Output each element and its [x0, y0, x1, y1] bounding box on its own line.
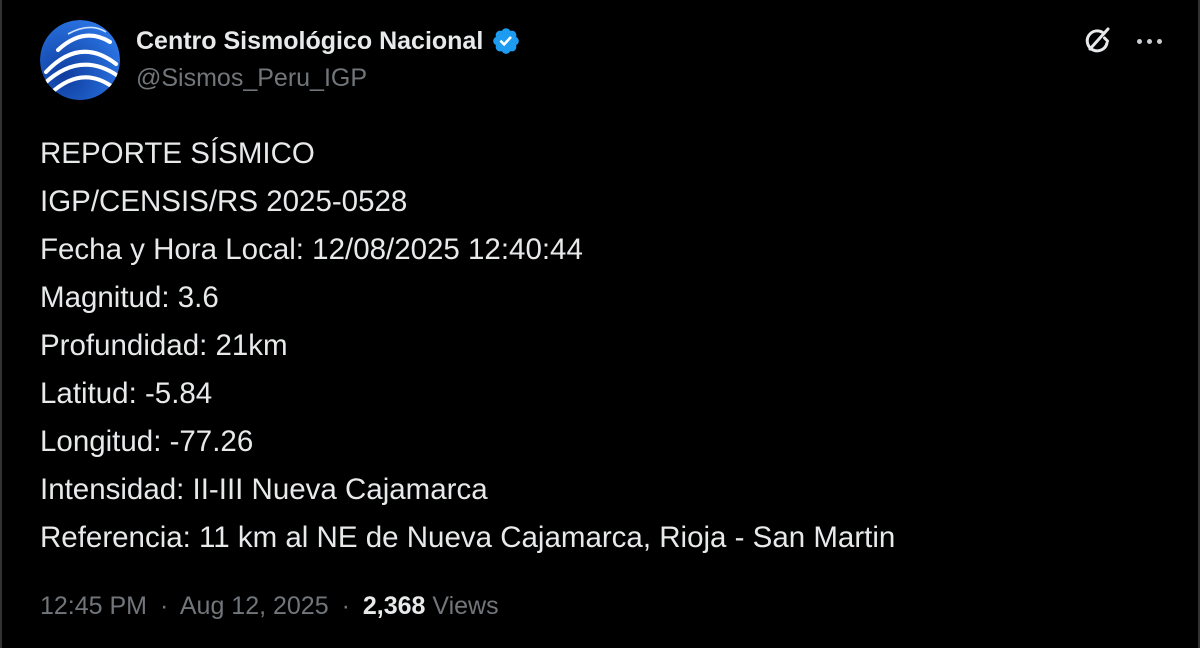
more-dot: [1156, 38, 1162, 44]
more-options-icon[interactable]: [1132, 27, 1166, 55]
post-line-intensity: Intensidad: II-III Nueva Cajamarca: [40, 473, 488, 506]
tweet-card: Centro Sismológico Nacional @Sismos_Peru…: [0, 0, 1200, 648]
verified-badge-icon: [493, 28, 520, 54]
author-name-row[interactable]: Centro Sismológico Nacional: [136, 24, 521, 58]
views-count[interactable]: 2,368: [363, 592, 426, 620]
post-line-report-id: IGP/CENSIS/RS 2025-0528: [40, 185, 408, 218]
meta-separator: ·: [159, 592, 169, 620]
post-line-title: REPORTE SÍSMICO: [40, 137, 315, 170]
post-line-magnitude: Magnitud: 3.6: [40, 281, 219, 314]
post-line-latitude: Latitud: -5.84: [40, 377, 213, 410]
author-display-name[interactable]: Centro Sismológico Nacional: [136, 27, 483, 56]
post-line-datetime: Fecha y Hora Local: 12/08/2025 12:40:44: [40, 233, 583, 266]
more-dot: [1146, 38, 1152, 44]
grok-icon[interactable]: [1080, 24, 1114, 58]
author-handle[interactable]: @Sismos_Peru_IGP: [136, 64, 367, 93]
meta-separator: ·: [341, 592, 350, 620]
post-meta: 12:45 PM · Aug 12, 2025 · 2,368 Views: [40, 592, 499, 621]
igp-logo-icon: [40, 20, 120, 100]
post-line-depth: Profundidad: 21km: [40, 329, 288, 362]
post-line-reference: Referencia: 11 km al NE de Nueva Cajamar…: [40, 521, 896, 554]
views-label[interactable]: Views: [432, 592, 498, 620]
post-line-longitude: Longitud: -77.26: [40, 425, 254, 458]
avatar[interactable]: [40, 20, 120, 100]
post-date[interactable]: Aug 12, 2025: [180, 592, 329, 620]
post-time[interactable]: 12:45 PM: [40, 592, 147, 620]
more-dot: [1136, 38, 1142, 44]
post-body: REPORTE SÍSMICO IGP/CENSIS/RS 2025-0528 …: [40, 130, 1160, 562]
